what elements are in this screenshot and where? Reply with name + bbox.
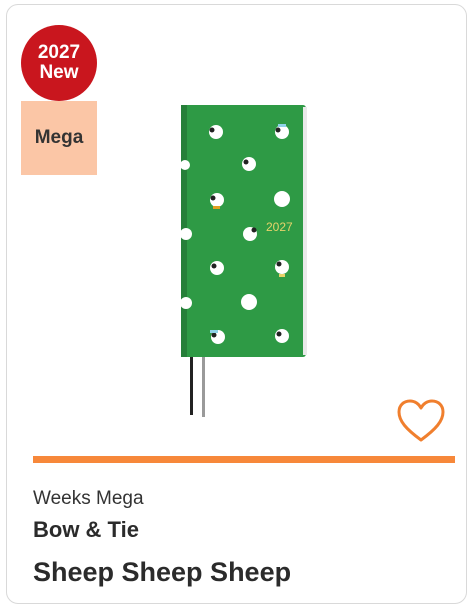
sheep-bow-tie — [213, 206, 220, 209]
new-badge: 2027 New — [21, 25, 97, 101]
cover-year: 2027 — [266, 220, 293, 234]
planner-edge — [303, 107, 307, 355]
size-badge: Mega — [21, 101, 97, 175]
sheep — [275, 260, 289, 274]
sheep — [180, 160, 190, 170]
sheep — [180, 228, 192, 240]
sheep — [210, 261, 224, 275]
favorite-heart-icon[interactable] — [396, 398, 446, 444]
product-title[interactable]: Sheep Sheep Sheep — [33, 557, 291, 588]
sheep — [242, 157, 256, 171]
sheep-bow-tie — [210, 330, 218, 333]
accent-divider — [33, 456, 455, 463]
sheep-bow-tie — [278, 124, 286, 127]
product-brand: Bow & Tie — [33, 517, 139, 542]
product-image[interactable]: 2027 — [172, 100, 317, 425]
product-format: Weeks Mega — [33, 488, 144, 509]
size-badge-label: Mega — [34, 127, 84, 148]
sheep — [241, 294, 257, 310]
new-badge-year: 2027 — [37, 42, 81, 63]
sheep — [275, 329, 289, 343]
sheep-bow-tie — [279, 274, 285, 277]
new-badge-label: New — [39, 62, 79, 83]
sheep — [274, 191, 290, 207]
sheep — [180, 297, 192, 309]
product-card[interactable]: 2027 New Mega 2027 Weeks Mega Bow & Tie … — [6, 4, 467, 604]
